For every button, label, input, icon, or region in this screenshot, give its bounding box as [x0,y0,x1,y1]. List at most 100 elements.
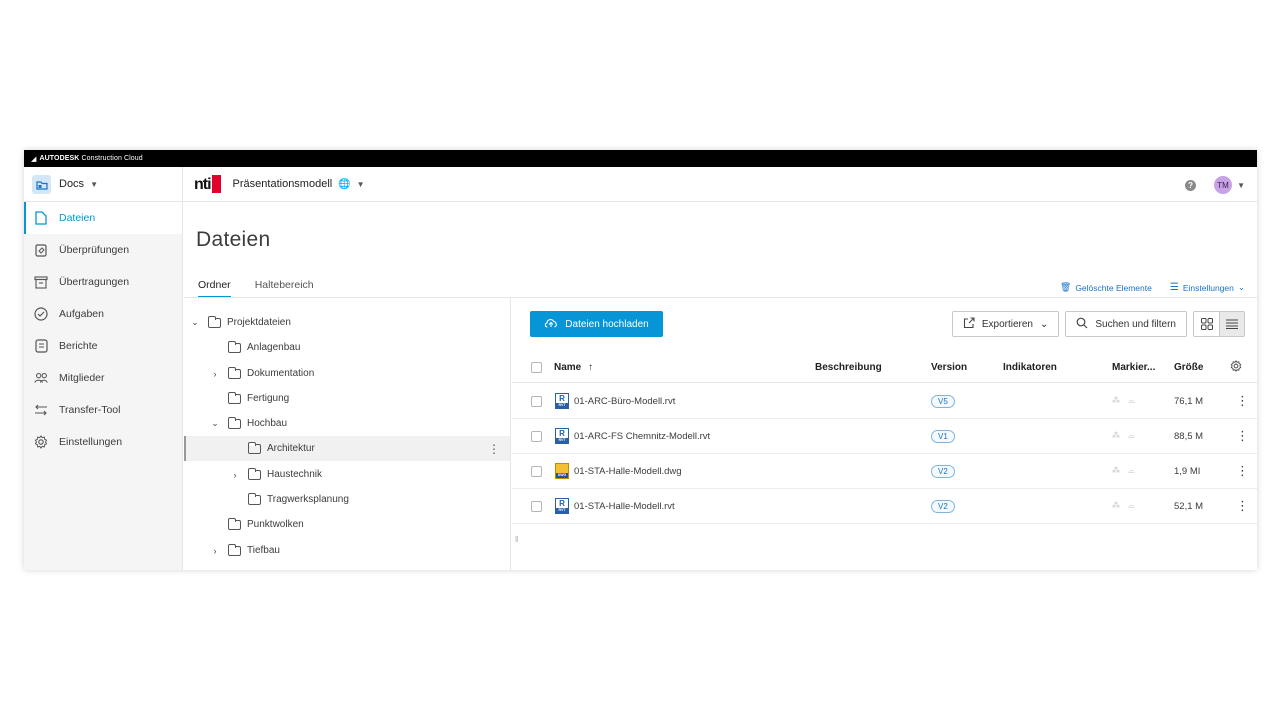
export-button[interactable]: Exportieren ⌄ [951,311,1060,337]
chevron-down-icon[interactable]: ⌄ [190,317,200,328]
markup-icons: ⁂ ⌓ [1112,501,1138,510]
sidebar-item-berichte[interactable]: Berichte [24,330,182,362]
gear-icon [34,435,48,449]
grid-view-icon[interactable] [1194,312,1219,336]
chevron-down-icon[interactable]: ⌄ [210,418,220,429]
help-icon[interactable]: ? [1185,179,1197,191]
row-checkbox[interactable] [531,500,542,512]
markup-icons: ⁂ ⌓ [1112,431,1138,440]
row-checkbox[interactable] [531,465,542,477]
column-groesse[interactable]: Größe [1174,362,1203,373]
tree-item-label: Punktwolken [247,519,304,530]
folder-icon [228,391,241,404]
members-icon [34,371,48,385]
export-label: Exportieren [981,318,1033,330]
sidebar-item-label: Aufgaben [59,308,104,320]
tree-item-tragwerksplanung[interactable]: Tragwerksplanung [184,487,510,512]
revit-file-icon: R [555,498,569,514]
autodesk-topbar: ◢ AUTODESK Construction Cloud [24,150,1257,167]
sidebar-item-dateien[interactable]: Dateien [24,202,182,234]
folder-icon [248,492,261,505]
sidebar-item-ueberpruefungen[interactable]: Überprüfungen [24,234,182,266]
user-menu[interactable]: TM ▼ [1214,176,1245,194]
table-row[interactable]: R 01-STA-Halle-Modell.rvt V2 ⁂ ⌓ 52,1 M … [512,489,1257,524]
settings-dropdown[interactable]: ☰ Einstellungen ⌄ [1170,282,1245,293]
more-options-icon[interactable]: ⋮ [1236,498,1249,514]
more-options-icon[interactable]: ⋮ [1236,393,1249,409]
tree-item-haustechnik[interactable]: › Haustechnik [184,462,510,487]
app-window: ◢ AUTODESK Construction Cloud Docs ▼ nti… [24,150,1257,570]
cloud-upload-icon [544,317,558,331]
select-all-checkbox[interactable] [531,362,542,373]
search-icon [1076,317,1088,332]
version-badge[interactable]: V1 [931,429,955,443]
tree-item-projektdateien[interactable]: ⌄ Projektdateien [184,310,510,335]
folder-tree: ⌄ Projektdateien Anlagenbau › Dokumentat… [184,298,511,570]
chevron-right-icon[interactable]: › [210,369,220,379]
main-content: Dateien Ordner Haltebereich 🗑 Gelöschte … [184,202,1257,570]
folder-icon [228,416,241,429]
folder-icon [248,467,261,480]
sidebar-item-einstellungen[interactable]: Einstellungen [24,426,182,458]
tree-item-label: Tiefbau [247,545,280,556]
tree-item-anlagenbau[interactable]: Anlagenbau [184,335,510,360]
folder-icon [228,366,241,379]
column-name[interactable]: Name ↑ [554,362,593,373]
chevron-down-icon: ⌄ [1039,318,1049,330]
list-view-icon[interactable] [1219,312,1244,336]
sidebar-item-mitglieder[interactable]: Mitglieder [24,362,182,394]
panel-resize-handle[interactable]: ‖ [515,535,518,544]
version-badge[interactable]: V2 [931,499,955,513]
table-row[interactable]: R 01-ARC-FS Chemnitz-Modell.rvt V1 ⁂ ⌓ 8… [512,419,1257,454]
tab-haltebereich[interactable]: Haltebereich [255,279,314,298]
row-checkbox[interactable] [531,430,542,442]
version-badge[interactable]: V5 [931,394,955,408]
column-indikatoren[interactable]: Indikatoren [1003,362,1057,373]
chevron-right-icon[interactable]: › [210,546,220,556]
tree-item-hochbau[interactable]: ⌄ Hochbau [184,411,510,436]
column-markierungen[interactable]: Markier... [1112,362,1155,373]
row-checkbox[interactable] [531,395,542,407]
upload-files-button[interactable]: Dateien hochladen [530,311,663,337]
file-name[interactable]: 01-STA-Halle-Modell.rvt [574,501,675,512]
table-row[interactable]: 01-STA-Halle-Modell.dwg V2 ⁂ ⌓ 1,9 MI ⋮ [512,454,1257,489]
tree-item-punktwolken[interactable]: Punktwolken [184,512,510,537]
tree-item-dokumentation[interactable]: › Dokumentation [184,361,510,386]
sidebar-item-uebertragungen[interactable]: Übertragungen [24,266,182,298]
sidebar-item-label: Berichte [59,340,98,352]
sidebar-item-aufgaben[interactable]: Aufgaben [24,298,182,330]
file-size: 76,1 M [1174,395,1204,407]
tree-item-label: Projektdateien [227,317,291,328]
column-version[interactable]: Version [931,362,967,373]
file-size: 52,1 M [1174,500,1204,512]
deleted-items-label: Gelöschte Elemente [1075,282,1152,293]
more-options-icon[interactable]: ⋮ [488,442,500,456]
project-selector[interactable]: nti Präsentationsmodell 🌐 ▼ [183,175,365,193]
file-name[interactable]: 01-ARC-FS Chemnitz-Modell.rvt [574,431,710,442]
column-settings-gear-icon[interactable] [1230,360,1242,375]
sliders-icon: ☰ [1169,282,1179,293]
file-name[interactable]: 01-ARC-Büro-Modell.rvt [574,396,675,407]
file-name[interactable]: 01-STA-Halle-Modell.dwg [574,466,682,477]
module-selector[interactable]: Docs ▼ [24,167,183,201]
chevron-right-icon[interactable]: › [230,470,240,480]
deleted-items-link[interactable]: 🗑 Gelöschte Elemente [1060,282,1152,293]
column-beschreibung[interactable]: Beschreibung [815,362,882,373]
tree-item-tiefbau[interactable]: › Tiefbau [184,538,510,563]
folder-icon [228,517,241,530]
file-size: 1,9 MI [1174,465,1201,477]
table-row[interactable]: R 01-ARC-Büro-Modell.rvt V5 ⁂ ⌓ 76,1 M ⋮ [512,384,1257,419]
search-filter-button[interactable]: Suchen und filtern [1065,311,1187,337]
file-size: 88,5 M [1174,430,1204,442]
version-badge[interactable]: V2 [931,464,955,478]
file-toolbar: Exportieren ⌄ Suchen und filtern [951,311,1245,337]
sidebar-item-label: Überprüfungen [59,244,130,256]
tree-item-fertigung[interactable]: Fertigung [184,386,510,411]
more-options-icon[interactable]: ⋮ [1236,428,1249,444]
sidebar-item-transfer-tool[interactable]: Transfer-Tool [24,394,182,426]
more-options-icon[interactable]: ⋮ [1236,463,1249,479]
tree-item-architektur[interactable]: Architektur ⋮ [184,436,510,461]
folder-icon [248,441,261,454]
project-logo-text: nti [194,176,212,193]
tab-ordner[interactable]: Ordner [198,279,231,298]
